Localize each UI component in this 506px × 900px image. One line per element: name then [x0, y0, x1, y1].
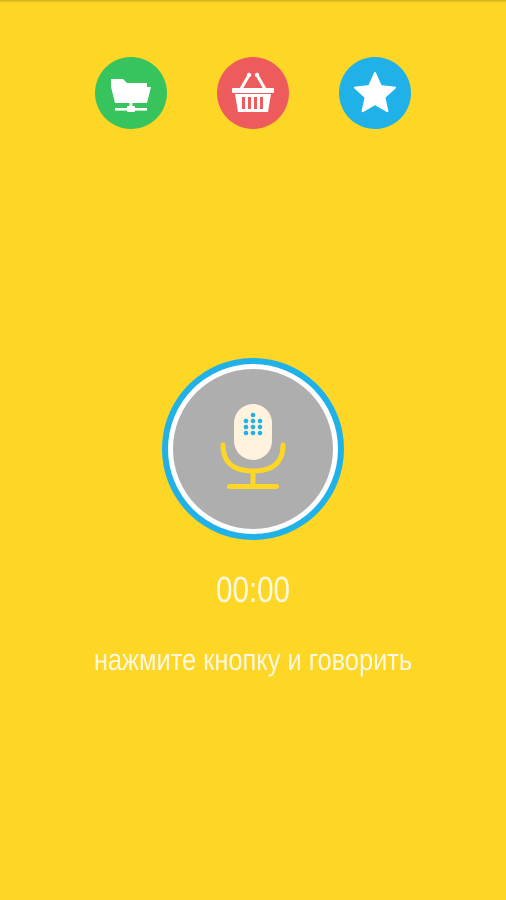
folder-network-icon	[111, 79, 151, 112]
microphone-icon	[220, 404, 286, 489]
shop-button[interactable]	[217, 57, 289, 129]
record-button-ring	[168, 364, 338, 534]
files-button[interactable]	[95, 57, 167, 129]
record-button-face	[173, 369, 333, 529]
record-button[interactable]	[162, 358, 344, 540]
shopping-basket-icon	[232, 72, 274, 112]
star-icon	[354, 72, 396, 113]
recording-timer: 00:00	[216, 569, 290, 610]
record-hint-text: нажмите кнопку и говорить	[93, 642, 413, 677]
status-bar-shadow	[0, 0, 506, 3]
favorites-button[interactable]	[339, 57, 411, 129]
